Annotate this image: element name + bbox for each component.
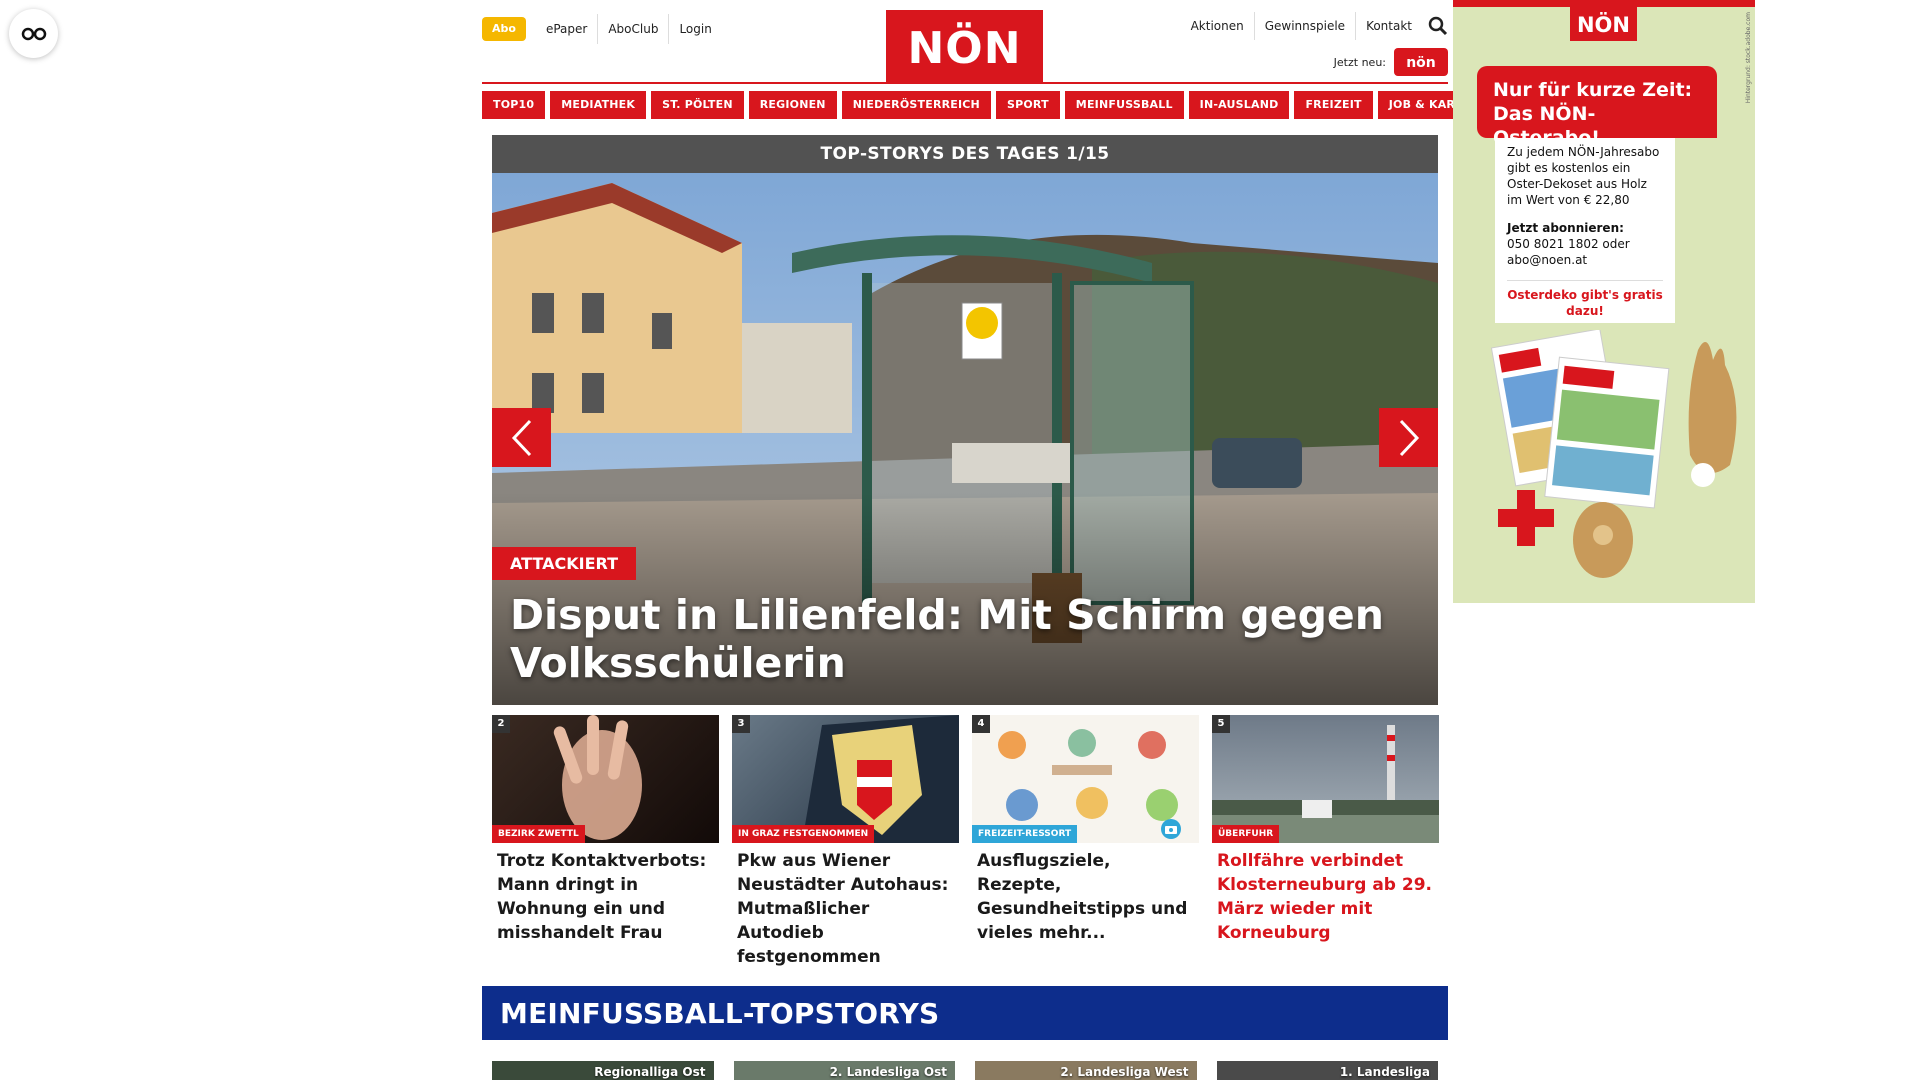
hero-title[interactable]: Disput in Lilienfeld: Mit Schirm gegen V… [510,591,1390,687]
nav-top10[interactable]: TOP10 [482,91,546,119]
story-rank: 3 [732,715,750,733]
osterabo-ad[interactable]: NÖN Hintergrund: stock.adobe.com Nur für… [1453,0,1755,603]
nav-st-poelten[interactable]: ST. PÖLTEN [651,91,744,119]
nav-regionen[interactable]: REGIONEN [748,91,837,119]
glasses-icon [21,27,46,40]
noen-kids-badge[interactable]: nön [1394,48,1448,76]
jetzt-neu: Jetzt neu: nön [1334,48,1448,76]
epaper-link[interactable]: ePaper [536,14,597,44]
nav-mediathek[interactable]: MEDIATHEK [550,91,647,119]
nav-niederoesterreich[interactable]: NIEDERÖSTERREICH [841,91,991,119]
ad-body: Zu jedem NÖN-Jahresabo gibt es kostenlos… [1507,145,1660,207]
camera-icon [1161,819,1181,839]
ad-headline-line1: Nur für kurze Zeit: [1493,79,1693,101]
story-thumbnail: 3 IN GRAZ FESTGENOMMEN [732,715,959,843]
meinfussball-card[interactable]: Regionalliga Ost [492,1061,714,1080]
ad-cta-text: 050 8021 1802 oder abo@noen.at [1507,237,1630,267]
story-card[interactable]: 5 ÜBERFUHR Rollfähre verbindet Klosterne… [1212,715,1439,969]
ad-top-line [1453,0,1755,7]
meinfussball-card[interactable]: 2. Landesliga Ost [733,1061,955,1080]
league-label: 2. Landesliga Ost [829,1065,947,1079]
search-icon[interactable] [1428,16,1448,36]
story-rank: 5 [1212,715,1230,733]
story-title[interactable]: Trotz Kontaktverbots: Mann dringt in Woh… [492,843,719,945]
abo-button[interactable]: Abo [482,17,526,41]
story-tag: ÜBERFUHR [1212,825,1280,843]
story-image [553,715,642,840]
main-nav: TOP10 MEDIATHEK ST. PÖLTEN REGIONEN NIED… [482,91,1504,119]
story-title[interactable]: Ausflugsziele, Rezepte, Gesundheitstipps… [972,843,1199,945]
slider-prev-button[interactable] [492,408,551,467]
site-logo[interactable]: NÖN [886,10,1043,84]
hero-story[interactable]: ATTACKIERT Disput in Lilienfeld: Mit Sch… [492,173,1438,705]
chevron-right-icon [1399,419,1419,456]
slider-next-button[interactable] [1379,408,1438,467]
aboclub-link[interactable]: AboClub [597,14,668,44]
ad-cta-label: Jetzt abonnieren: [1507,221,1624,235]
top-stories-slider: TOP-STORYS DES TAGES 1/15 ATTACKIERT Dis… [492,135,1438,705]
ad-illustration [1490,330,1737,578]
meinfussball-card[interactable]: 1. Landesliga [1216,1061,1438,1080]
nav-sport[interactable]: SPORT [995,91,1060,119]
story-image [802,715,959,843]
hero-tag: ATTACKIERT [492,547,637,580]
nav-freizeit[interactable]: FREIZEIT [1294,91,1373,119]
league-label: 1. Landesliga [1339,1065,1430,1079]
login-link[interactable]: Login [668,14,721,44]
kontakt-link[interactable]: Kontakt [1356,12,1422,40]
chevron-left-icon [511,419,531,456]
ad-headline: Nur für kurze Zeit: Das NÖN-Osterabo! [1477,66,1717,149]
site-header: Abo ePaper AboClub Login NÖN Aktionen Ge… [482,0,1448,88]
story-title[interactable]: Pkw aus Wiener Neustädter Autohaus: Mutm… [732,843,959,969]
ad-text-box: Zu jedem NÖN-Jahresabo gibt es kostenlos… [1495,138,1675,323]
utility-nav: Abo ePaper AboClub Login [482,14,722,44]
slider-heading: TOP-STORYS DES TAGES 1/15 [492,135,1438,173]
story-thumbnail: 2 BEZIRK ZWETTL [492,715,719,843]
nav-meinfussball[interactable]: MEINFUSSBALL [1064,91,1184,119]
aktionen-link[interactable]: Aktionen [1181,12,1255,40]
story-card[interactable]: 2 BEZIRK ZWETTL Trotz Kontaktverbots: Ma… [492,715,719,969]
ad-credit: Hintergrund: stock.adobe.com [1745,12,1752,104]
story-thumbnail: 5 ÜBERFUHR [1212,715,1439,843]
nav-in-ausland[interactable]: IN-AUSLAND [1188,91,1290,119]
story-card[interactable]: 3 IN GRAZ FESTGENOMMEN Pkw aus Wiener Ne… [732,715,959,969]
jetzt-neu-label: Jetzt neu: [1333,55,1386,69]
story-card[interactable]: 4 FREIZEIT-RESSORT Ausflugsziele, Rezept… [972,715,1199,969]
story-image [1212,725,1439,843]
league-label: Regionalliga Ost [594,1065,706,1079]
ad-promo: Osterdeko gibt's gratis dazu! [1507,280,1663,319]
right-utility-nav: Aktionen Gewinnspiele Kontakt [1181,12,1448,40]
meinfussball-card[interactable]: 2. Landesliga West [975,1061,1197,1080]
meinfussball-cards: Regionalliga Ost 2. Landesliga Ost 2. La… [492,1061,1438,1080]
header-divider [482,82,1448,84]
story-thumbnail: 4 FREIZEIT-RESSORT [972,715,1199,843]
league-label: 2. Landesliga West [1060,1065,1189,1079]
story-tag: BEZIRK ZWETTL [492,825,585,843]
story-title[interactable]: Rollfähre verbindet Klosterneuburg ab 29… [1212,843,1439,945]
story-rank: 2 [492,715,510,733]
story-tag: FREIZEIT-RESSORT [972,825,1078,843]
gewinnspiele-link[interactable]: Gewinnspiele [1255,12,1357,40]
story-cards: 2 BEZIRK ZWETTL Trotz Kontaktverbots: Ma… [492,715,1439,969]
story-rank: 4 [972,715,990,733]
ad-logo: NÖN [1570,7,1637,41]
meinfussball-heading[interactable]: MEINFUSSBALL-TOPSTORYS [482,986,1448,1040]
accessibility-button[interactable] [9,9,58,58]
story-tag: IN GRAZ FESTGENOMMEN [732,825,875,843]
